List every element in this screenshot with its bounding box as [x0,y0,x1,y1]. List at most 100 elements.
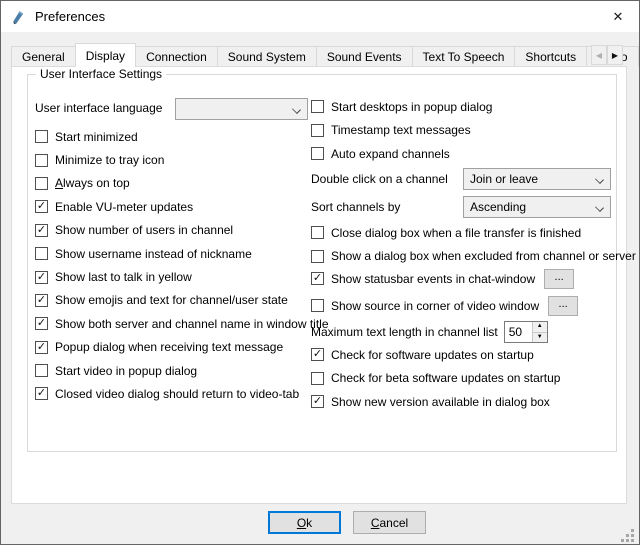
tab-general[interactable]: General [11,46,76,66]
checkbox-start-desktops-popup[interactable]: Start desktops in popup dialog [311,95,492,119]
title-bar: Preferences ✕ [1,1,639,32]
max-text-length-row: Maximum text length in channel list 50 ▲… [311,319,548,345]
tab-display[interactable]: Display [75,43,136,67]
checkbox-start-video-popup[interactable]: Start video in popup dialog [35,359,329,382]
checkbox-show-statusbar-events[interactable]: ✓ Show statusbar events in chat-window .… [311,265,578,292]
checkbox[interactable] [35,154,48,167]
checkbox[interactable] [311,250,324,263]
checkbox[interactable] [35,177,48,190]
max-text-length-label: Maximum text length in channel list [311,325,498,339]
sort-channels-select[interactable]: Ascending [463,196,611,218]
spinner-buttons: ▲ ▼ [532,322,547,342]
checkbox-show-emojis-text-state[interactable]: ✓Show emojis and text for channel/user s… [35,289,329,312]
resize-grip[interactable] [621,539,624,542]
preferences-dialog: Preferences ✕ General Display Connection… [0,0,640,545]
checkbox[interactable] [35,130,48,143]
tab-sound-events[interactable]: Sound Events [316,46,413,66]
ok-button[interactable]: Ok [268,511,341,534]
checkbox-always-on-top[interactable]: Always on top [35,172,329,195]
user-interface-settings-group: User Interface Settings User interface l… [27,74,617,452]
sort-channels-select-value: Ascending [470,200,596,214]
spinner-up-icon[interactable]: ▲ [533,322,547,333]
right-ellipsis-rows: ✓ Show statusbar events in chat-window .… [311,265,578,319]
cancel-button-label: Cancel [371,516,408,530]
checkbox-label: Show a dialog box when excluded from cha… [331,249,636,263]
sort-channels-row: Sort channels by Ascending [311,193,611,221]
checkbox-auto-expand-channels[interactable]: Auto expand channels [311,142,492,166]
checkbox[interactable]: ✓ [311,272,324,285]
spinner-down-icon[interactable]: ▼ [533,333,547,343]
checkbox[interactable] [311,100,324,113]
checkbox-label: Show number of users in channel [55,223,233,237]
checkbox-start-minimized[interactable]: Start minimized [35,125,329,148]
checkbox-label: Minimize to tray icon [55,153,164,167]
checkbox[interactable] [311,124,324,137]
cancel-button[interactable]: Cancel [353,511,426,534]
checkbox-minimize-to-tray-icon[interactable]: Minimize to tray icon [35,148,329,171]
tab-scroll-left-icon[interactable]: ◀ [591,45,607,65]
checkbox-label: Show statusbar events in chat-window [331,272,535,286]
checkbox-check-beta-updates[interactable]: Check for beta software updates on start… [311,367,560,391]
checkbox[interactable] [311,372,324,385]
max-text-length-value[interactable]: 50 [505,322,532,342]
checkbox-popup-dialog-text-message[interactable]: ✓ Popup dialog when receiving text messag… [35,336,329,359]
checkbox-show-source-video-window[interactable]: Show source in corner of video window ..… [311,292,578,319]
tab-shortcuts[interactable]: Shortcuts [514,46,587,66]
checkbox[interactable]: ✓ [35,271,48,284]
tab-connection[interactable]: Connection [135,46,218,66]
language-label: User interface language [35,101,162,115]
double-click-select-value: Join or leave [470,172,596,186]
checkbox[interactable]: ✓ [35,341,48,354]
checkbox-label: Check for software updates on startup [331,348,534,362]
checkbox[interactable]: ✓ [35,224,48,237]
right-checkbox-column-top: Start desktops in popup dialog Timestamp… [311,95,492,166]
checkbox[interactable]: ✓ [35,294,48,307]
double-click-select[interactable]: Join or leave [463,168,611,190]
tab-label: General [22,50,65,64]
tab-text-to-speech[interactable]: Text To Speech [412,46,516,66]
checkbox[interactable] [311,147,324,160]
video-source-more-button[interactable]: ... [548,296,578,316]
ok-button-label: Ok [297,516,312,530]
checkbox-show-server-channel-in-title[interactable]: ✓ Show both server and channel name in wi… [35,312,329,335]
checkbox-label: Start desktops in popup dialog [331,100,492,114]
window-title: Preferences [35,9,105,24]
checkbox-label: Enable VU-meter updates [55,200,193,214]
checkbox[interactable] [35,364,48,377]
checkbox[interactable] [311,226,324,239]
checkbox[interactable] [35,247,48,260]
max-text-length-spinner[interactable]: 50 ▲ ▼ [504,321,548,343]
checkbox[interactable]: ✓ [35,387,48,400]
checkbox[interactable]: ✓ [311,395,324,408]
checkbox[interactable]: ✓ [311,348,324,361]
checkbox[interactable] [311,299,324,312]
close-icon[interactable]: ✕ [597,1,639,32]
statusbar-events-more-button[interactable]: ... [544,269,574,289]
tab-bar: General Display Connection Sound System … [11,44,627,66]
checkbox-label: Show both server and channel name in win… [55,317,329,331]
checkbox-show-new-version-dialog[interactable]: ✓Show new version available in dialog bo… [311,390,560,414]
checkbox-check-software-updates[interactable]: ✓ Check for software updates on startup [311,343,560,367]
checkbox[interactable]: ✓ [35,317,48,330]
tab-label: Text To Speech [423,50,505,64]
tab-label: Shortcuts [525,50,576,64]
checkbox-enable-vu-meter-updates[interactable]: ✓ Enable VU-meter updates [35,195,329,218]
checkbox-label: Popup dialog when receiving text message [55,340,283,354]
tab-scroll-buttons: ◀ ▶ [591,45,623,65]
checkbox-close-dialog-file-transfer[interactable]: Close dialog box when a file transfer is… [311,221,636,245]
double-click-label: Double click on a channel [311,172,448,186]
checkbox-timestamp-text-messages[interactable]: Timestamp text messages [311,119,492,143]
group-title: User Interface Settings [36,67,166,81]
language-select[interactable] [175,98,308,120]
checkbox-label: Auto expand channels [331,147,450,161]
left-checkbox-column: Start minimized Minimize to tray icon Al… [35,125,329,406]
checkbox[interactable]: ✓ [35,200,48,213]
tab-sound-system[interactable]: Sound System [217,46,317,66]
right-checkbox-column-bottom: ✓ Check for software updates on startup C… [311,343,560,414]
checkbox-closed-video-return-tab[interactable]: ✓Closed video dialog should return to vi… [35,382,329,405]
checkbox-show-username-instead-nickname[interactable]: Show username instead of nickname [35,242,329,265]
checkbox-show-last-to-talk-yellow[interactable]: ✓Show last to talk in yellow [35,265,329,288]
checkbox-show-number-of-users[interactable]: ✓ Show number of users in channel [35,219,329,242]
tab-scroll-right-icon[interactable]: ▶ [607,45,623,65]
sort-channels-label: Sort channels by [311,200,400,214]
